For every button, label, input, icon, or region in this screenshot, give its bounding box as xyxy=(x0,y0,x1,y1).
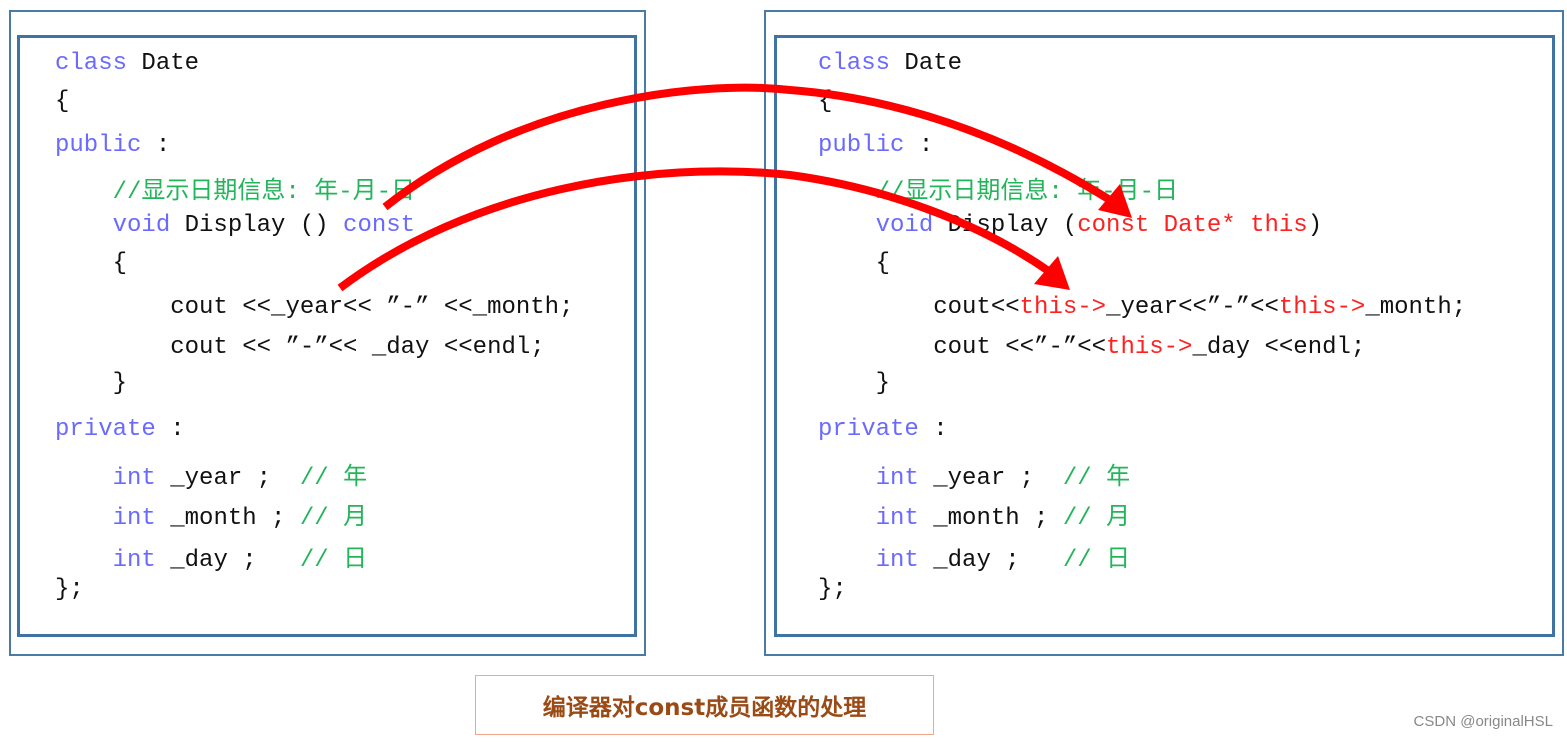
caption-box: 编译器对const成员函数的处理 xyxy=(475,675,934,735)
arrowhead-1 xyxy=(1098,184,1132,218)
arrow-const-to-this-param xyxy=(382,83,1113,211)
watermark: CSDN @originalHSL xyxy=(1413,713,1553,730)
arrows-layer xyxy=(337,83,1132,292)
arrow-member-to-this-access xyxy=(337,167,1053,292)
